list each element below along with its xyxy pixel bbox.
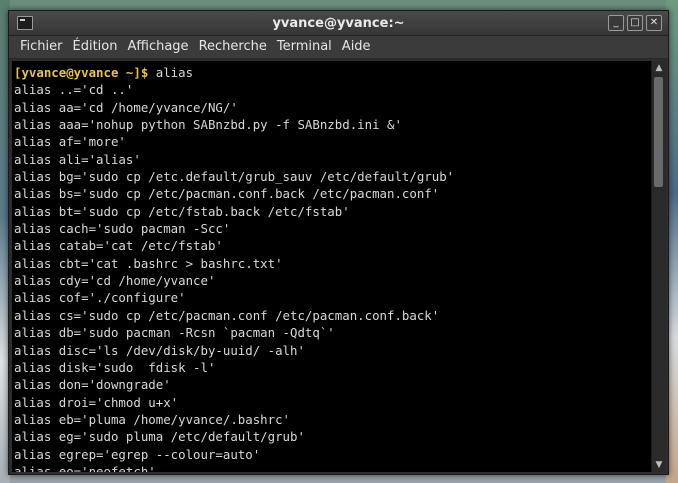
menu-aide[interactable]: Aide bbox=[337, 36, 376, 58]
terminal-line: alias eo='neofetch' bbox=[14, 463, 156, 472]
terminal-line: alias aa='cd /home/yvance/NG/' bbox=[14, 99, 238, 115]
scroll-up-icon[interactable]: ▲ bbox=[654, 63, 664, 73]
terminal-line: alias ali='alias' bbox=[14, 151, 141, 167]
scroll-down-icon[interactable]: ▼ bbox=[654, 460, 664, 470]
menu-recherche[interactable]: Recherche bbox=[194, 36, 272, 58]
window-title: yvance@yvance:~ bbox=[272, 15, 405, 31]
terminal-output[interactable]: [yvance@yvance ~]$ alias alias ..='cd ..'… bbox=[12, 61, 651, 472]
menu-bar: Fichier Édition Affichage Recherche Term… bbox=[9, 36, 668, 59]
window-controls: _ □ ✕ bbox=[608, 15, 662, 31]
terminal-line: alias bt='sudo cp /etc/fstab.back /etc/f… bbox=[14, 203, 350, 219]
terminal-line: alias disk='sudo fdisk -l' bbox=[14, 359, 216, 375]
terminal-app-icon[interactable] bbox=[17, 16, 33, 30]
terminal-line: alias bg='sudo cp /etc.default/grub_sauv… bbox=[14, 169, 455, 185]
terminal-window: yvance@yvance:~ _ □ ✕ Fichier Édition Af… bbox=[8, 10, 669, 475]
command-text: alias bbox=[148, 65, 194, 80]
title-bar[interactable]: yvance@yvance:~ _ □ ✕ bbox=[9, 11, 668, 36]
terminal-line: alias droi='chmod u+x' bbox=[14, 394, 179, 410]
terminal-line: alias catab='cat /etc/fstab' bbox=[14, 238, 223, 254]
menu-fichier[interactable]: Fichier bbox=[15, 36, 68, 58]
terminal-line: alias egrep='egrep --colour=auto' bbox=[14, 446, 261, 462]
terminal-area[interactable]: [yvance@yvance ~]$ alias alias ..='cd ..'… bbox=[12, 61, 666, 472]
menu-edition[interactable]: Édition bbox=[68, 36, 123, 58]
close-button[interactable]: ✕ bbox=[646, 15, 662, 31]
prompt-line: [yvance@yvance ~]$ alias bbox=[14, 64, 651, 81]
vertical-scrollbar[interactable]: ▲ ▼ bbox=[651, 61, 666, 472]
terminal-line: alias aaa='nohup python SABnzbd.py -f SA… bbox=[14, 117, 402, 133]
scrollbar-thumb[interactable] bbox=[654, 77, 663, 187]
terminal-line: alias ..='cd ..' bbox=[14, 82, 134, 98]
terminal-line: alias eb='pluma /home/yvance/.bashrc' bbox=[14, 411, 291, 427]
terminal-line: alias cof='./configure' bbox=[14, 290, 186, 306]
terminal-line: alias cbt='cat .bashrc > bashrc.txt' bbox=[14, 255, 283, 271]
terminal-line: alias cach='sudo pacman -Scc' bbox=[14, 221, 231, 237]
terminal-line: alias af='more' bbox=[14, 134, 126, 150]
menu-terminal[interactable]: Terminal bbox=[272, 36, 337, 58]
minimize-button[interactable]: _ bbox=[608, 15, 624, 31]
terminal-line: alias cs='sudo cp /etc/pacman.conf /etc/… bbox=[14, 307, 440, 323]
menu-affichage[interactable]: Affichage bbox=[122, 36, 193, 58]
terminal-line: alias eg='sudo pluma /etc/default/grub' bbox=[14, 429, 305, 445]
terminal-line: alias disc='ls /dev/disk/by-uuid/ -alh' bbox=[14, 342, 305, 358]
terminal-line: alias db='sudo pacman -Rcsn `pacman -Qdt… bbox=[14, 325, 335, 341]
maximize-button[interactable]: □ bbox=[627, 15, 643, 31]
terminal-line: alias don='downgrade' bbox=[14, 377, 171, 393]
terminal-line: alias bs='sudo cp /etc/pacman.conf.back … bbox=[14, 186, 440, 202]
shell-prompt: [yvance@yvance ~]$ bbox=[14, 65, 149, 80]
terminal-line: alias cdy='cd /home/yvance' bbox=[14, 273, 216, 289]
